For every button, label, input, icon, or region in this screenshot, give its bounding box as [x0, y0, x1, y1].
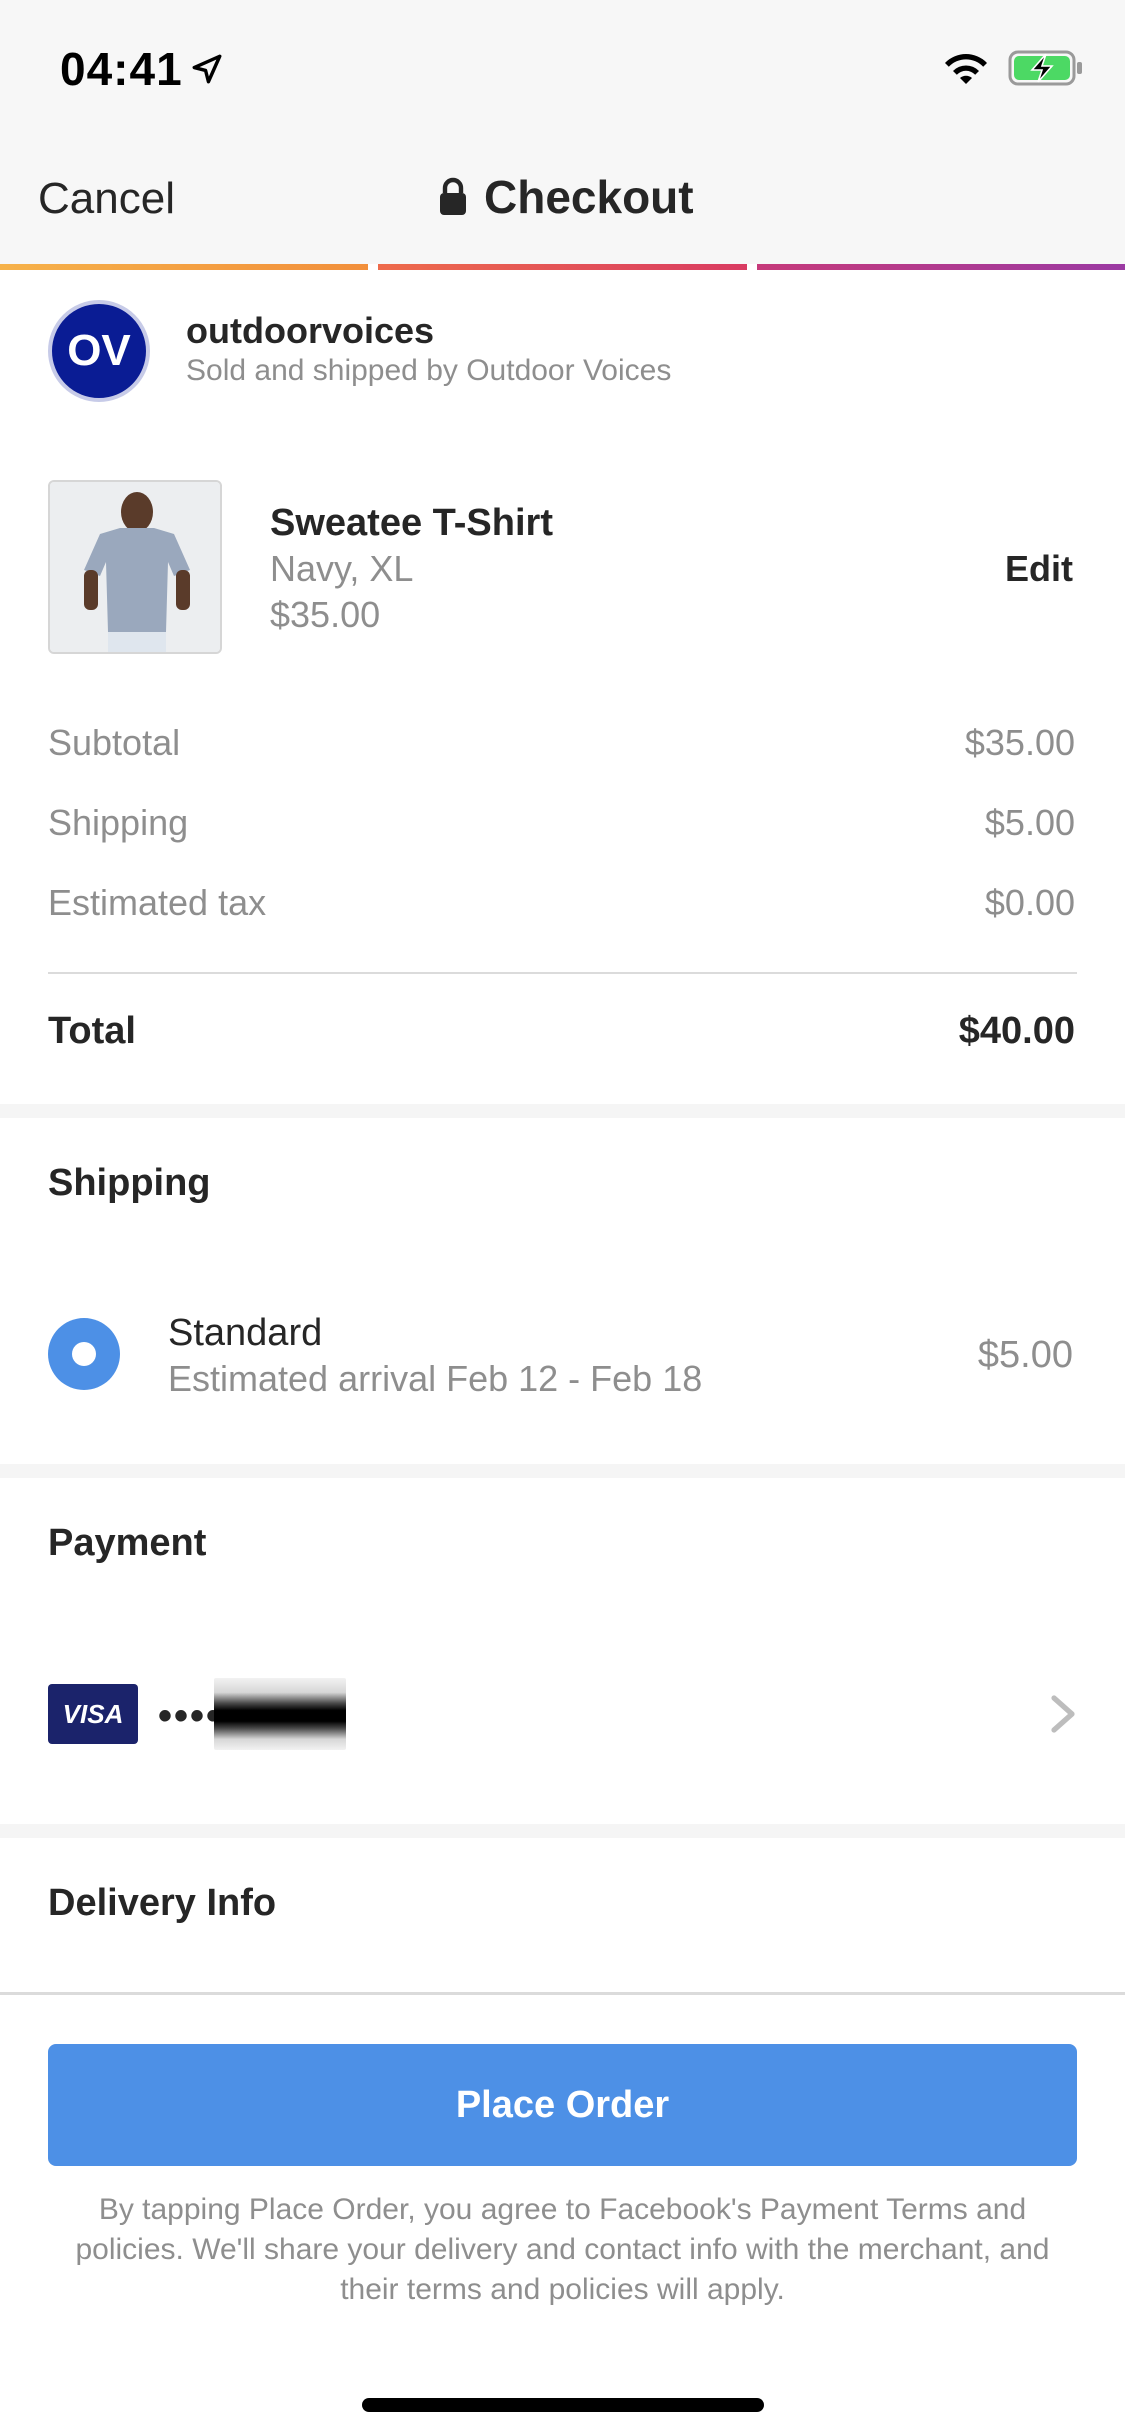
title-group: Checkout	[438, 170, 694, 224]
summary-label: Estimated tax	[48, 882, 267, 923]
summary-label: Shipping	[48, 802, 189, 843]
shipping-option-eta: Estimated arrival Feb 12 - Feb 18	[168, 1358, 703, 1399]
shipping-section-title: Shipping	[48, 1162, 211, 1204]
page-title: Checkout	[484, 171, 694, 223]
summary-value: $0.00	[984, 882, 1075, 923]
merchant-name: outdoorvoices	[186, 310, 435, 351]
terms-text: By tapping Place Order, you agree to Fac…	[75, 2193, 1050, 2306]
payment-section-title: Payment	[48, 1522, 207, 1564]
shipping-option-name[interactable]: Standard	[168, 1312, 322, 1355]
footer-divider	[0, 1992, 1125, 1995]
section-separator	[0, 1104, 1125, 1118]
product-variant: Navy, XL	[270, 548, 414, 589]
place-order-button[interactable]: Place Order	[48, 2044, 1077, 2166]
summary-value: $5.00	[984, 802, 1075, 843]
product-price: $35.00	[270, 594, 381, 635]
lock-icon	[440, 177, 466, 215]
merchant-subtitle: Sold and shipped by Outdoor Voices	[186, 354, 672, 387]
summary-row-subtotal: Subtotal $35.00	[48, 722, 1075, 764]
cancel-button[interactable]: Cancel	[38, 174, 175, 224]
nav-header: Cancel Checkout	[0, 140, 1125, 264]
summary-divider	[48, 972, 1077, 974]
summary-label: Subtotal	[48, 722, 181, 763]
summary-row-tax: Estimated tax $0.00	[48, 882, 1075, 924]
chevron-right-icon[interactable]	[1050, 1694, 1076, 1734]
progress-segment	[0, 264, 369, 270]
card-number-mask: ••••	[158, 1694, 223, 1738]
status-bar: 04:41	[0, 0, 1125, 140]
summary-row-shipping: Shipping $5.00	[48, 802, 1075, 844]
total-value: $40.00	[958, 1010, 1075, 1052]
progress-segment	[756, 264, 1125, 270]
location-arrow-icon	[192, 54, 222, 84]
section-separator	[0, 1464, 1125, 1478]
product-name: Sweatee T-Shirt	[270, 502, 553, 544]
visa-card-icon: VISA	[48, 1684, 138, 1744]
home-indicator[interactable]	[362, 2398, 764, 2412]
status-time: 04:41	[60, 43, 183, 95]
wifi-icon	[945, 54, 987, 84]
progress-segment	[378, 264, 747, 270]
merchant-logo: OV	[48, 300, 150, 402]
summary-total-row: Total $40.00	[48, 1010, 1075, 1053]
shipping-option-price: $5.00	[977, 1334, 1073, 1376]
card-number-redacted	[214, 1678, 346, 1750]
battery-charging-icon	[1008, 50, 1082, 86]
total-label: Total	[48, 1010, 136, 1052]
summary-value: $35.00	[964, 722, 1075, 763]
edit-button[interactable]: Edit	[1005, 548, 1073, 590]
radio-selected-icon[interactable]	[48, 1318, 120, 1390]
section-separator	[0, 1824, 1125, 1838]
delivery-section-title[interactable]: Delivery Info	[48, 1882, 276, 1925]
product-image	[48, 480, 222, 654]
checkout-progress-bar	[0, 264, 1125, 270]
